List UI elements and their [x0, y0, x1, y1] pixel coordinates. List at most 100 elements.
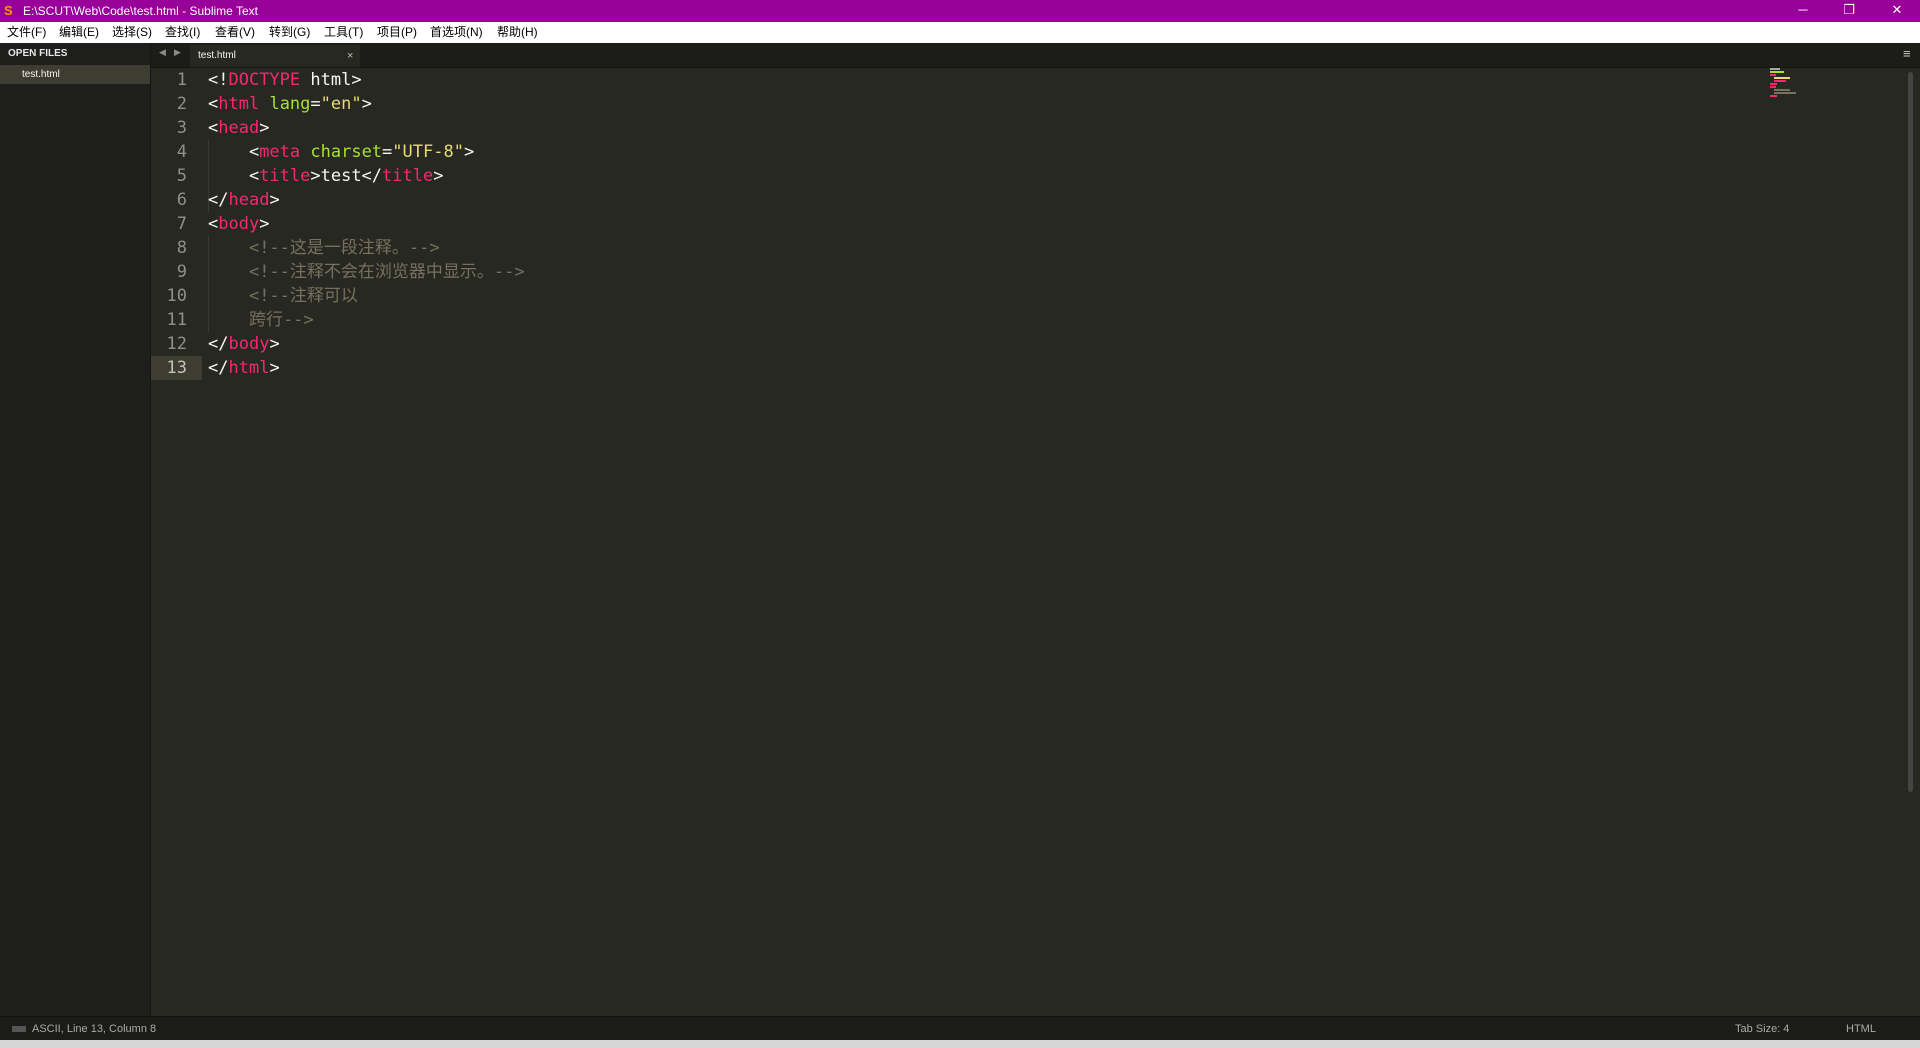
code-token: > — [259, 118, 270, 138]
code-token: > — [269, 358, 280, 378]
line-number: 5 — [176, 166, 187, 186]
line-number: 9 — [176, 262, 187, 282]
line-number: 13 — [151, 356, 202, 380]
sidebar-file-test-html[interactable]: test.html — [0, 65, 150, 84]
menu-preferences[interactable]: 首选项(N) — [430, 22, 483, 43]
code-token: lang — [269, 94, 311, 114]
tab-list-menu-icon[interactable]: ≡ — [1903, 46, 1911, 61]
line-number: 6 — [176, 190, 187, 210]
code-token: body — [228, 334, 270, 354]
line-number: 2 — [176, 94, 187, 114]
code-token: <!--注释不会在浏览器中显示。--> — [248, 262, 525, 282]
code-token: < — [208, 142, 260, 162]
code-token: > — [259, 214, 270, 234]
cursor-position: ASCII, Line 13, Column 8 — [32, 1023, 157, 1035]
maximize-button[interactable]: ❐ — [1826, 0, 1872, 22]
code-token: > — [269, 190, 280, 210]
tab-bar: ◀ ▶ test.html × ≡ — [151, 43, 1920, 68]
code-token: </ — [208, 190, 229, 210]
menu-goto[interactable]: 转到(G) — [269, 22, 310, 43]
line-number: 4 — [176, 142, 187, 162]
line-number: 3 — [176, 118, 187, 138]
code-token: > — [463, 142, 475, 162]
code-line: <html lang="en"> — [208, 92, 372, 116]
code-line: </body> — [208, 332, 280, 356]
code-line: <!DOCTYPE html> — [208, 68, 362, 92]
code-token: head — [228, 190, 270, 210]
code-token: > — [433, 166, 444, 186]
close-window-button[interactable]: ✕ — [1874, 0, 1920, 22]
code-line: <!--这是一段注释。--> — [208, 236, 440, 260]
line-number: 7 — [176, 214, 187, 234]
code-token: < — [208, 166, 260, 186]
line-number: 12 — [166, 334, 187, 354]
menu-help[interactable]: 帮助(H) — [497, 22, 538, 43]
code-token: <! — [208, 70, 229, 90]
minimize-button[interactable]: ─ — [1780, 0, 1826, 22]
line-number: 8 — [176, 238, 187, 258]
code-token: </ — [208, 334, 229, 354]
menu-selection[interactable]: 选择(S) — [112, 22, 152, 43]
code-line: <meta charset="UTF-8"> — [208, 140, 474, 164]
tab-scroll-left-icon[interactable]: ◀ — [159, 47, 166, 58]
menu-tools[interactable]: 工具(T) — [324, 22, 363, 43]
code-token: head — [218, 118, 260, 138]
code-line: <body> — [208, 212, 269, 236]
tab-label: test.html — [198, 50, 236, 61]
code-line: <title>test</title> — [208, 164, 444, 188]
code-token: meta — [259, 142, 301, 162]
title-bar: S E:\SCUT\Web\Code\test.html - Sublime T… — [0, 0, 1920, 22]
vertical-scrollbar[interactable] — [1908, 72, 1913, 792]
menu-edit[interactable]: 编辑(E) — [59, 22, 99, 43]
tab-close-icon[interactable]: × — [347, 45, 353, 67]
code-line: <!--注释可以 — [208, 284, 358, 308]
code-token: <!--这是一段注释。--> — [248, 238, 440, 258]
sidebar: OPEN FILES test.html — [0, 43, 151, 1016]
line-number: 11 — [166, 310, 187, 330]
menu-file[interactable]: 文件(F) — [7, 22, 46, 43]
taskbar-edge — [0, 1040, 1920, 1048]
code-token: html> — [300, 70, 362, 90]
tab-scroll-right-icon[interactable]: ▶ — [174, 47, 181, 58]
code-token: </ — [208, 358, 229, 378]
code-token: "UTF-8" — [392, 142, 464, 162]
line-number-gutter: 1 2 3 4 5 6 7 8 9 10 11 12 13 — [151, 68, 202, 1016]
code-line: </html> — [208, 356, 280, 380]
panel-toggle-icon[interactable] — [12, 1026, 26, 1032]
code-line: <head> — [208, 116, 269, 140]
line-number: 1 — [176, 70, 187, 90]
line-number: 10 — [166, 286, 187, 306]
sublime-text-icon: S — [4, 3, 13, 18]
code-token: < — [208, 94, 219, 114]
open-files-header: OPEN FILES — [8, 48, 68, 59]
code-token: < — [208, 214, 219, 234]
menu-project[interactable]: 项目(P) — [377, 22, 417, 43]
code-token: title — [382, 166, 434, 186]
code-line: <!--注释不会在浏览器中显示。--> — [208, 260, 525, 284]
minimap[interactable] — [1770, 68, 1810, 98]
code-token: > — [361, 94, 372, 114]
code-token: = — [310, 94, 321, 114]
menu-view[interactable]: 查看(V) — [215, 22, 255, 43]
code-token: 跨行--> — [248, 310, 314, 330]
sidebar-file-label: test.html — [22, 69, 60, 80]
syntax-indicator[interactable]: HTML — [1846, 1017, 1876, 1041]
code-token: < — [208, 118, 219, 138]
code-token: title — [259, 166, 311, 186]
tab-size-indicator[interactable]: Tab Size: 4 — [1735, 1017, 1789, 1041]
menu-find[interactable]: 查找(I) — [165, 22, 200, 43]
code-line: </head> — [208, 188, 280, 212]
code-token: html — [218, 94, 260, 114]
code-token: >test</ — [310, 166, 383, 186]
tab-test-html[interactable]: test.html × — [190, 45, 360, 67]
window-title: E:\SCUT\Web\Code\test.html - Sublime Tex… — [23, 4, 258, 18]
code-line: 跨行--> — [208, 308, 314, 332]
code-token: <!--注释可以 — [248, 286, 358, 306]
status-bar: ASCII, Line 13, Column 8 Tab Size: 4 HTM… — [0, 1016, 1920, 1041]
code-token: charset — [310, 142, 383, 162]
